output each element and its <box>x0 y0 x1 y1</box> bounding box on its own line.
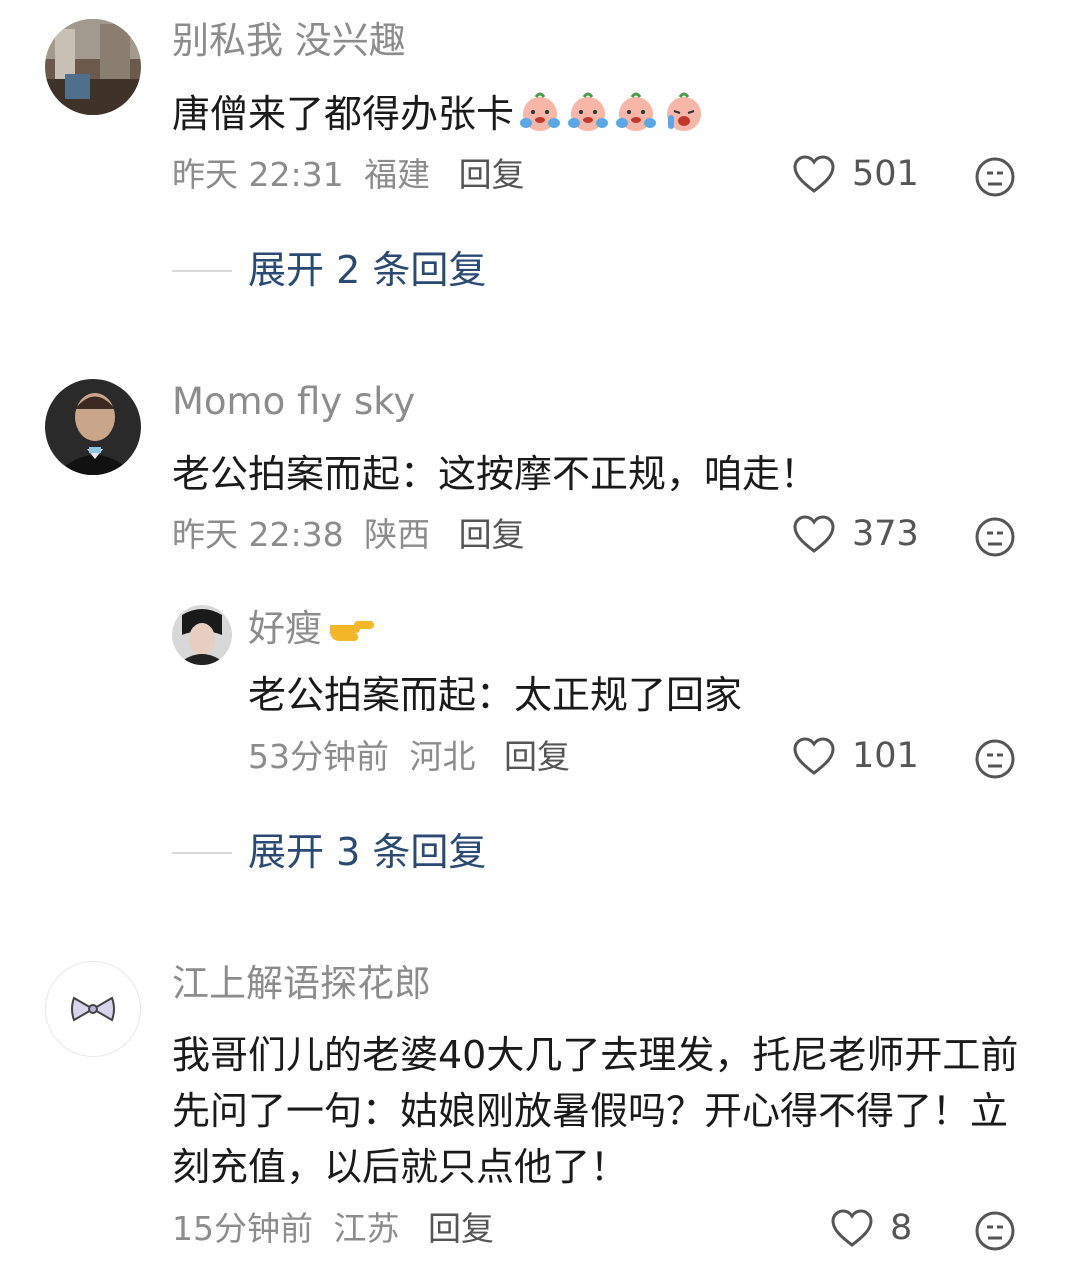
username[interactable]: Momo fly sky <box>172 380 415 424</box>
like-count: 373 <box>852 514 919 554</box>
unhappy-face-icon <box>974 517 1016 562</box>
like-button[interactable]: 101 <box>792 736 919 776</box>
comment-text: 唐僧来了都得办张卡 <box>172 86 706 142</box>
unhappy-face-icon <box>974 157 1016 202</box>
like-count: 101 <box>852 736 919 776</box>
heart-icon <box>830 1208 874 1248</box>
like-button[interactable]: 8 <box>830 1208 912 1248</box>
reply-text: 老公拍案而起：太正规了回家 <box>248 673 743 717</box>
timestamp: 昨天 22:38 <box>172 515 344 554</box>
reply-button[interactable]: 回复 <box>428 1209 494 1248</box>
divider-line <box>172 269 232 272</box>
reply-avatar[interactable] <box>172 605 232 665</box>
heart-icon <box>792 154 836 194</box>
reply-username-text: 好瘦 <box>248 607 322 650</box>
location: 福建 <box>364 155 431 194</box>
pointing-hand-icon <box>322 607 376 650</box>
like-button[interactable]: 373 <box>792 514 919 554</box>
comment-body: 唐僧来了都得办张卡 <box>172 92 515 136</box>
timestamp: 昨天 22:31 <box>172 155 344 194</box>
timestamp: 53分钟前 <box>248 737 389 776</box>
heart-icon <box>792 514 836 554</box>
reply-username[interactable]: 好瘦 <box>248 607 376 651</box>
avatar[interactable] <box>45 19 141 115</box>
avatar[interactable] <box>45 961 141 1057</box>
comment-text: 我哥们儿的老婆40大几了去理发，托尼老师开工前先问了一句：姑娘刚放暑假吗？开心得… <box>172 1033 1019 1189</box>
peach-crying-icon <box>514 92 562 136</box>
reply-button[interactable]: 回复 <box>459 155 525 194</box>
username[interactable]: 别私我 没兴趣 <box>172 19 406 63</box>
dislike-button[interactable] <box>974 1210 1016 1256</box>
peach-crying-icon <box>610 92 658 136</box>
like-count: 501 <box>852 154 919 194</box>
location: 江苏 <box>333 1209 400 1248</box>
like-button[interactable]: 501 <box>792 154 919 194</box>
reply-button[interactable]: 回复 <box>504 737 570 776</box>
comment-text: 老公拍案而起：这按摩不正规，咱走！ <box>172 452 819 496</box>
reply-button[interactable]: 回复 <box>459 515 525 554</box>
like-count: 8 <box>890 1208 913 1248</box>
unhappy-face-icon <box>974 1211 1016 1256</box>
divider-line <box>172 851 232 854</box>
dislike-button[interactable] <box>974 156 1016 202</box>
reply-meta: 53分钟前 河北 回复 <box>248 737 570 777</box>
username[interactable]: 江上解语探花郎 <box>172 962 431 1006</box>
heart-icon <box>792 736 836 776</box>
peach-crying-icon <box>562 92 610 136</box>
dislike-button[interactable] <box>974 738 1016 784</box>
comment-meta: 15分钟前 江苏 回复 <box>172 1209 494 1249</box>
location: 河北 <box>409 737 476 776</box>
expand-replies-label: 展开 2 条回复 <box>248 248 487 292</box>
expand-replies-label: 展开 3 条回复 <box>248 830 487 874</box>
unhappy-face-icon <box>974 739 1016 784</box>
avatar[interactable] <box>45 379 141 475</box>
peach-sobbing-icon <box>658 92 706 136</box>
timestamp: 15分钟前 <box>172 1209 313 1248</box>
dislike-button[interactable] <box>974 516 1016 562</box>
comment-meta: 昨天 22:31 福建 回复 <box>172 155 525 195</box>
expand-replies[interactable]: 展开 2 条回复 <box>172 248 486 294</box>
location: 陕西 <box>364 515 431 554</box>
comment-meta: 昨天 22:38 陕西 回复 <box>172 515 525 555</box>
expand-replies[interactable]: 展开 3 条回复 <box>172 830 486 876</box>
